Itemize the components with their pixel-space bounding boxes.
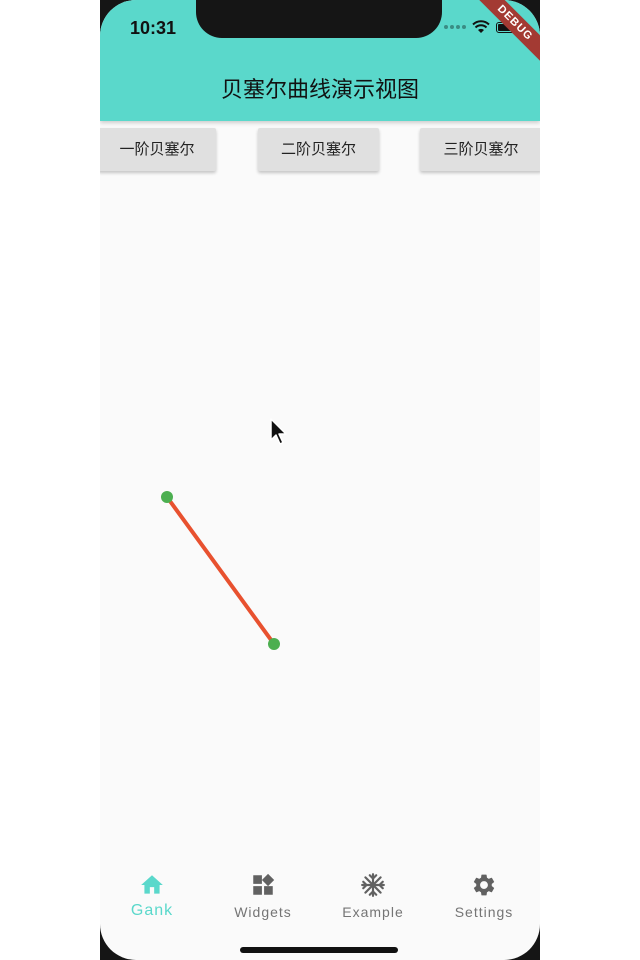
nav-label-widgets: Widgets (234, 904, 292, 920)
notch (196, 0, 442, 38)
second-order-bezier-button[interactable]: 二阶贝塞尔 (258, 128, 379, 171)
status-time: 10:31 (130, 18, 177, 38)
mouse-cursor-icon (270, 418, 287, 445)
widgets-icon (253, 873, 275, 895)
stage: 10:31 DEBUG 贝塞尔曲线演示视图 一阶贝塞尔 二阶贝塞尔 三阶贝塞尔 … (0, 0, 640, 960)
nav-item-widgets[interactable]: Widgets (208, 872, 318, 920)
home-icon (141, 875, 163, 894)
debug-banner: DEBUG (469, 0, 540, 69)
bottom-navigation: Gank Widgets Example Settings (100, 860, 540, 930)
bezier-canvas[interactable] (100, 180, 540, 840)
snowflake-icon (361, 873, 385, 897)
phone-frame: 10:31 DEBUG 贝塞尔曲线演示视图 一阶贝塞尔 二阶贝塞尔 三阶贝塞尔 … (100, 0, 540, 960)
nav-label-example: Example (342, 904, 404, 920)
signal-icon (444, 25, 466, 29)
first-order-bezier-button[interactable]: 一阶贝塞尔 (100, 128, 216, 171)
nav-item-settings[interactable]: Settings (429, 872, 539, 920)
third-order-bezier-button[interactable]: 三阶贝塞尔 (420, 128, 540, 171)
home-indicator (240, 947, 398, 953)
page-title: 贝塞尔曲线演示视图 (220, 78, 419, 103)
start-point[interactable] (161, 491, 173, 503)
end-point[interactable] (268, 638, 280, 650)
nav-label-gank: Gank (130, 902, 174, 919)
bezier-line (165, 495, 276, 646)
nav-item-example[interactable]: Example (318, 872, 428, 920)
nav-label-settings: Settings (454, 904, 514, 920)
app-screen: 10:31 DEBUG 贝塞尔曲线演示视图 一阶贝塞尔 二阶贝塞尔 三阶贝塞尔 … (100, 0, 540, 960)
gear-icon (473, 874, 495, 896)
wifi-icon (472, 20, 490, 33)
nav-item-gank[interactable]: Gank (100, 872, 207, 920)
